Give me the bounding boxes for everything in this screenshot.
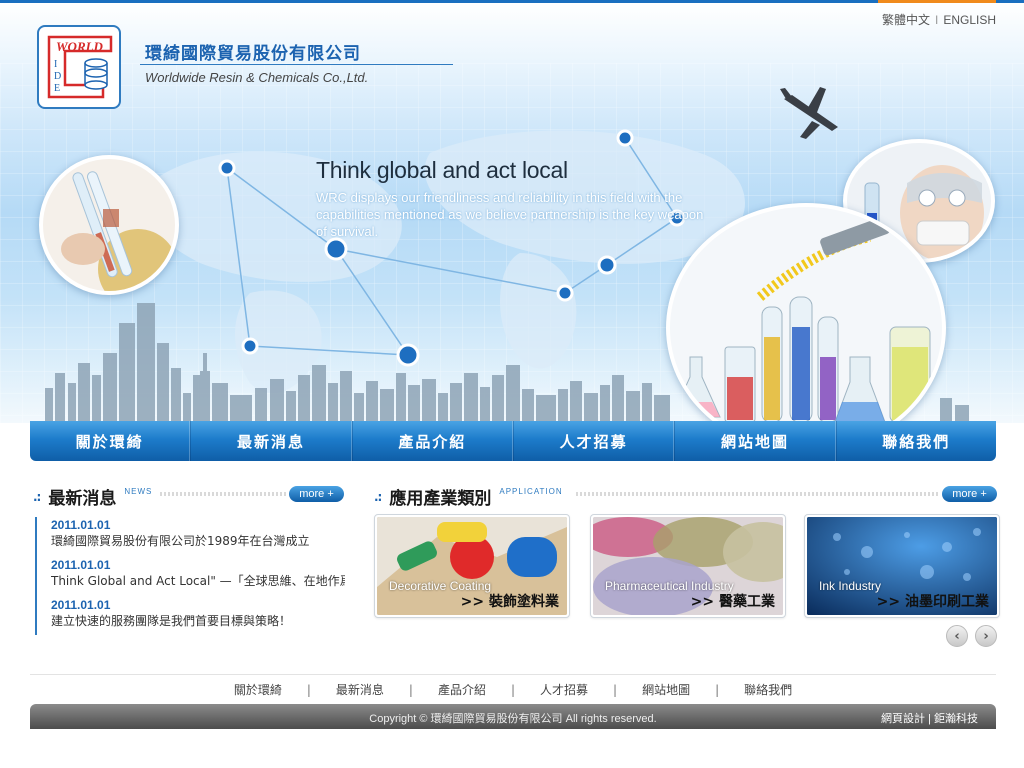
news-title-en: NEWS xyxy=(124,487,153,496)
carousel-prev-button[interactable]: ‹ xyxy=(946,625,968,647)
news-text[interactable]: Think Global and Act Local" —「全球思維、在地作爲」 xyxy=(51,573,345,591)
application-card-ink[interactable]: Ink Industry >> 油墨印刷工業 xyxy=(804,514,1000,618)
designer-credit: 網頁設計 | 鉅瀚科技 xyxy=(881,710,978,726)
application-title-en: APPLICATION xyxy=(499,487,563,496)
hero-headline: Think global and act local xyxy=(316,157,568,183)
nav-news[interactable]: 最新消息 xyxy=(190,421,352,461)
application-section-title: .: 應用產業類別 APPLICATION xyxy=(374,484,563,509)
footer-separator: | xyxy=(613,682,618,697)
company-divider xyxy=(140,64,453,65)
credit-label[interactable]: 網頁設計 xyxy=(881,713,925,725)
nav-sitemap[interactable]: 網站地圖 xyxy=(674,421,836,461)
lang-english[interactable]: ENGLISH xyxy=(943,13,996,27)
news-item[interactable]: 2011.01.01 Think Global and Act Local" —… xyxy=(51,551,345,591)
news-bullet-icon: .: xyxy=(33,489,41,504)
news-date: 2011.01.01 xyxy=(51,518,111,532)
coating-image: Decorative Coating >> 裝飾塗料業 xyxy=(377,517,567,615)
footer-separator: | xyxy=(306,682,311,697)
application-more-button[interactable]: more + xyxy=(942,486,997,502)
news-divider xyxy=(160,492,286,496)
logo-letter-2: D xyxy=(54,71,61,82)
footer-separator: | xyxy=(510,682,516,697)
nav-about[interactable]: 關於環綺 xyxy=(30,421,191,461)
logo-mark: WORLD I D E xyxy=(47,35,113,99)
application-card-coating[interactable]: Decorative Coating >> 裝飾塗料業 xyxy=(374,514,570,618)
logo-word-text: WORLD xyxy=(56,39,104,54)
news-date: 2011.01.01 xyxy=(51,558,111,572)
application-cn-label: >> 油墨印刷工業 xyxy=(876,594,989,610)
lang-traditional-chinese[interactable]: 繁體中文 xyxy=(882,13,930,27)
company-logo[interactable]: WORLD I D E xyxy=(37,25,121,109)
language-switcher: 繁體中文 I ENGLISH xyxy=(882,11,996,28)
nav-products[interactable]: 產品介紹 xyxy=(351,421,513,461)
hero-tagline: WRC displays our friendliness and reliab… xyxy=(316,190,704,239)
news-list: 2011.01.01 環綺國際貿易股份有限公司於1989年在台灣成立 2011.… xyxy=(35,517,345,635)
lab-flasks-illustration xyxy=(670,207,942,423)
nav-contact[interactable]: 聯絡我們 xyxy=(835,421,996,461)
footer-nav: 關於環綺 | 最新消息 | 產品介紹 | 人才招募 | 網站地圖 | 聯絡我們 xyxy=(30,674,996,704)
application-divider xyxy=(576,492,938,496)
news-item[interactable]: 2011.01.01 環綺國際貿易股份有限公司於1989年在台灣成立 xyxy=(51,517,345,551)
footer-link-news[interactable]: 最新消息 xyxy=(336,681,384,698)
footer-link-careers[interactable]: 人才招募 xyxy=(540,681,588,698)
logo-letter-1: I xyxy=(54,59,57,70)
application-en-label: Ink Industry xyxy=(819,579,882,593)
application-cn-label: >> 醫藥工業 xyxy=(690,594,775,610)
lang-separator: I xyxy=(934,13,939,27)
footer-link-sitemap[interactable]: 網站地圖 xyxy=(642,681,690,698)
news-text[interactable]: 環綺國際貿易股份有限公司於1989年在台灣成立 xyxy=(51,533,345,551)
news-more-button[interactable]: more + xyxy=(289,486,344,502)
application-bullet-icon: .: xyxy=(374,489,382,504)
news-title: 最新消息 xyxy=(48,489,117,509)
credit-separator: | xyxy=(928,713,931,725)
pharma-image: Pharmaceutical Industry >> 醫藥工業 xyxy=(593,517,783,615)
copyright-text: Copyright © 環綺國際貿易股份有限公司 All rights rese… xyxy=(369,713,657,725)
lab-tubes-illustration xyxy=(43,159,175,291)
footer-separator: | xyxy=(715,682,720,697)
footer-link-products[interactable]: 產品介紹 xyxy=(438,681,486,698)
footer-link-contact[interactable]: 聯絡我們 xyxy=(744,681,792,698)
application-cn-label: >> 裝飾塗料業 xyxy=(460,594,559,610)
logo-letter-3: E xyxy=(54,83,60,94)
nav-careers[interactable]: 人才招募 xyxy=(512,421,675,461)
company-name-en: Worldwide Resin & Chemicals Co.,Ltd. xyxy=(145,70,369,85)
news-item[interactable]: 2011.01.01 建立快速的服務團隊是我們首要目標與策略！ xyxy=(51,591,345,631)
news-text[interactable]: 建立快速的服務團隊是我們首要目標與策略！ xyxy=(51,613,345,631)
carousel-next-button[interactable]: › xyxy=(975,625,997,647)
application-title: 應用產業類別 xyxy=(389,489,492,509)
news-section-title: .: 最新消息 NEWS xyxy=(33,484,152,509)
footer-link-about[interactable]: 關於環綺 xyxy=(234,681,282,698)
application-card-pharma[interactable]: Pharmaceutical Industry >> 醫藥工業 xyxy=(590,514,786,618)
company-name-cn: 環綺國際貿易股份有限公司 xyxy=(145,44,361,64)
footer-separator: | xyxy=(408,682,413,697)
news-date: 2011.01.01 xyxy=(51,598,111,612)
lab-tubes-photo xyxy=(39,155,179,295)
main-nav: 關於環綺 最新消息 產品介紹 人才招募 網站地圖 聯絡我們 xyxy=(30,421,996,461)
credit-company[interactable]: 鉅瀚科技 xyxy=(934,713,978,725)
ink-image: Ink Industry >> 油墨印刷工業 xyxy=(807,517,997,615)
footer-bar: Copyright © 環綺國際貿易股份有限公司 All rights rese… xyxy=(30,704,996,729)
hero-banner: 繁體中文 I ENGLISH WORLD I D E 環綺國際貿易股份有限公司 Wo… xyxy=(0,3,1024,423)
